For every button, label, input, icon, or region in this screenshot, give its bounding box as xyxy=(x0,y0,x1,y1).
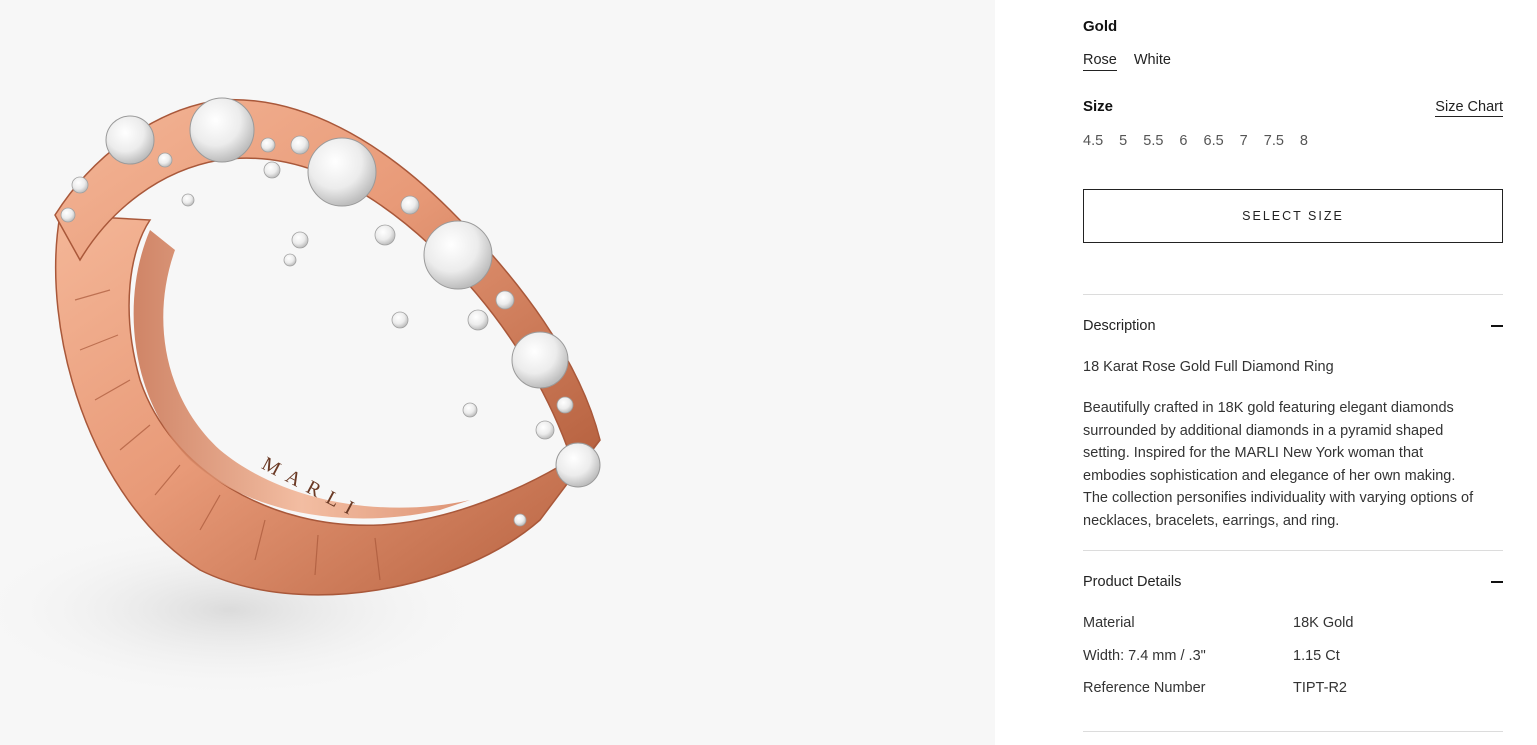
gold-title: Gold xyxy=(1083,18,1118,35)
size-option[interactable]: 6.5 xyxy=(1204,133,1224,149)
description-subtitle: 18 Karat Rose Gold Full Diamond Ring xyxy=(1083,359,1334,375)
select-size-button[interactable]: SELECT SIZE xyxy=(1083,189,1503,243)
divider xyxy=(1083,294,1503,295)
divider xyxy=(1083,731,1503,732)
gold-option-rose[interactable]: Rose xyxy=(1083,52,1117,71)
size-option[interactable]: 6 xyxy=(1179,133,1187,149)
size-chart-link[interactable]: Size Chart xyxy=(1435,99,1503,117)
product-details-title: Product Details xyxy=(1083,574,1182,590)
detail-row: Material 18K Gold xyxy=(1083,615,1503,648)
detail-row: Width: 7.4 mm / .3" 1.15 Ct xyxy=(1083,648,1503,681)
size-option[interactable]: 7 xyxy=(1240,133,1248,149)
detail-value: 1.15 Ct xyxy=(1293,647,1340,664)
description-title: Description xyxy=(1083,318,1156,334)
size-option[interactable]: 5.5 xyxy=(1143,133,1163,149)
size-option[interactable]: 8 xyxy=(1300,133,1308,149)
description-body: Beautifully crafted in 18K gold featurin… xyxy=(1083,400,1474,529)
size-title: Size xyxy=(1083,98,1114,115)
description-toggle[interactable]: Description xyxy=(1083,318,1503,334)
detail-label: Reference Number xyxy=(1083,680,1206,696)
product-image: MARLI xyxy=(0,0,995,745)
product-options-panel: Gold Rose White Size Size Chart 4.5 5 5.… xyxy=(1083,0,1503,745)
gold-options: Rose White xyxy=(1083,52,1171,71)
size-option[interactable]: 7.5 xyxy=(1264,133,1284,149)
ring-illustration: MARLI xyxy=(0,97,601,700)
collapse-icon[interactable] xyxy=(1491,581,1503,583)
product-details-table: Material 18K Gold Width: 7.4 mm / .3" 1.… xyxy=(1083,615,1503,713)
size-options: 4.5 5 5.5 6 6.5 7 7.5 8 xyxy=(1083,133,1308,149)
detail-row: Reference Number TIPT-R2 xyxy=(1083,680,1503,713)
detail-value: 18K Gold xyxy=(1293,615,1354,631)
gold-option-white[interactable]: White xyxy=(1134,52,1171,71)
collapse-icon[interactable] xyxy=(1491,325,1503,327)
size-option[interactable]: 4.5 xyxy=(1083,133,1103,149)
size-option[interactable]: 5 xyxy=(1119,133,1127,149)
detail-value: TIPT-R2 xyxy=(1293,680,1347,696)
detail-label: Material xyxy=(1083,615,1135,631)
divider xyxy=(1083,550,1503,551)
detail-label: Width: 7.4 mm / .3" xyxy=(1083,647,1206,664)
product-details-toggle[interactable]: Product Details xyxy=(1083,574,1503,590)
